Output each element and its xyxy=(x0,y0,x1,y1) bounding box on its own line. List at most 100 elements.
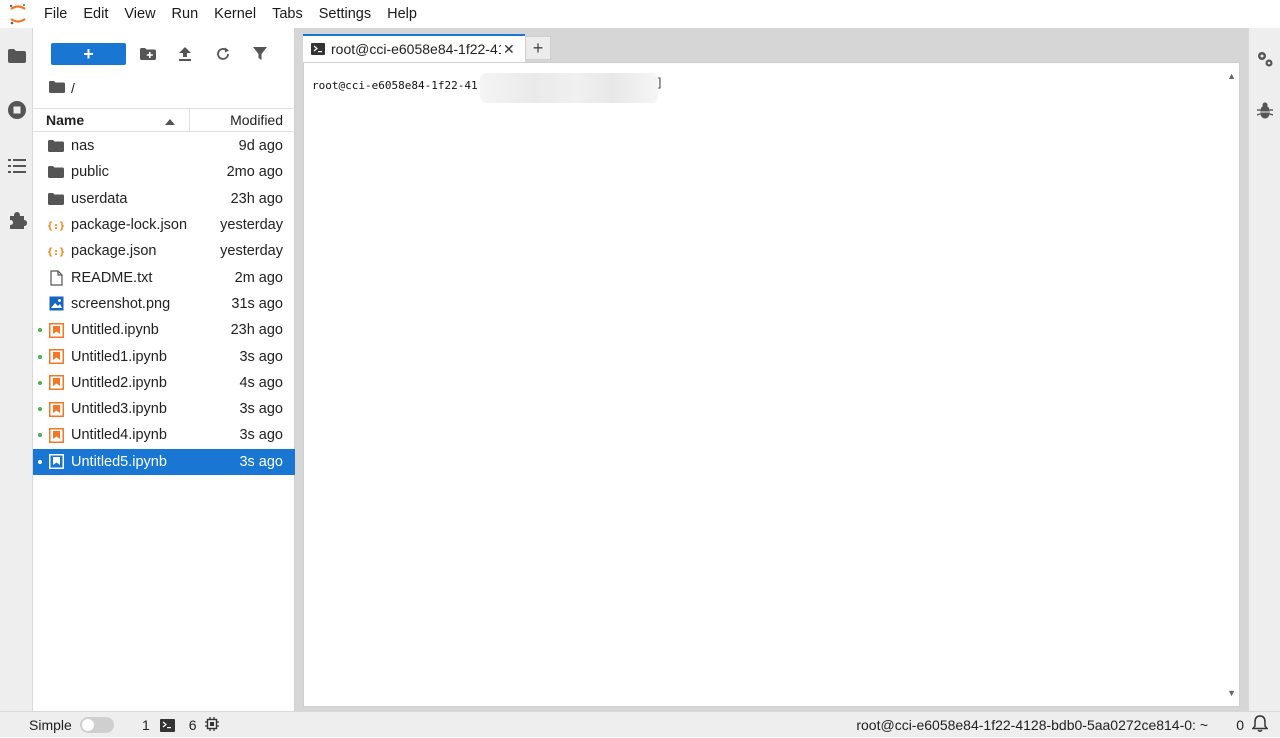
notebook-file-icon xyxy=(48,401,64,417)
terminal-panel[interactable]: root@cci-e6058e84-1f22-41 ] ▲ ▼ xyxy=(303,62,1240,707)
folder-file-icon xyxy=(48,138,64,154)
add-tab-button[interactable]: + xyxy=(525,36,551,60)
file-modified: 3s ago xyxy=(239,401,283,418)
running-indicator-icon xyxy=(38,407,42,412)
tab-terminal[interactable]: root@cci-e6058e84-1f22-4128-bdb0-5aa0272… xyxy=(303,34,525,62)
table-of-contents-icon[interactable] xyxy=(0,150,33,182)
new-folder-icon[interactable] xyxy=(136,43,160,65)
file-row-nas[interactable]: nas 9d ago xyxy=(33,133,295,159)
running-indicator-icon xyxy=(38,433,42,438)
file-modified: yesterday xyxy=(220,217,283,234)
json-file-icon: {:} xyxy=(48,243,64,259)
file-name: public xyxy=(71,164,109,181)
file-browser-toolbar: + xyxy=(33,38,295,70)
filter-icon[interactable] xyxy=(248,43,272,65)
file-modified: 4s ago xyxy=(239,374,283,391)
running-indicator-icon xyxy=(38,354,42,359)
name-header-label: Name xyxy=(46,112,85,128)
running-sessions-icon[interactable] xyxy=(0,94,33,126)
menu-tabs[interactable]: Tabs xyxy=(264,0,311,28)
modified-column-header[interactable]: Modified xyxy=(190,112,295,128)
terminals-count: 1 xyxy=(142,717,150,733)
file-modified: 3s ago xyxy=(239,348,283,365)
file-modified: 2mo ago xyxy=(226,164,283,181)
file-row-untitled4-ipynb[interactable]: Untitled4.ipynb 3s ago xyxy=(33,422,295,448)
menu-kernel[interactable]: Kernel xyxy=(206,0,264,28)
svg-text:{:}: {:} xyxy=(48,247,64,258)
file-row-userdata[interactable]: userdata 23h ago xyxy=(33,186,295,212)
name-column-header[interactable]: Name xyxy=(33,109,190,131)
terminal-icon xyxy=(311,43,325,55)
folder-file-icon xyxy=(48,191,64,207)
menu-settings[interactable]: Settings xyxy=(311,0,379,28)
debugger-bug-icon[interactable] xyxy=(1249,96,1280,126)
notebook-file-icon xyxy=(48,427,64,443)
simple-mode-toggle[interactable]: Simple xyxy=(29,712,114,738)
scroll-down-arrow-icon[interactable]: ▼ xyxy=(1227,688,1236,698)
file-row-untitled1-ipynb[interactable]: Untitled1.ipynb 3s ago xyxy=(33,343,295,369)
file-browser: + / Name Modified nas 9d ago public 2mo ago… xyxy=(33,28,295,711)
close-tab-icon[interactable]: ✕ xyxy=(503,41,515,58)
extension-manager-icon[interactable] xyxy=(0,204,33,236)
file-name: README.txt xyxy=(71,269,153,286)
file-row-screenshot-png[interactable]: screenshot.png 31s ago xyxy=(33,291,295,317)
menu-edit[interactable]: Edit xyxy=(75,0,116,28)
file-modified: 23h ago xyxy=(230,322,283,339)
json-file-icon: {:} xyxy=(48,217,64,233)
folder-file-icon xyxy=(48,164,64,180)
refresh-icon[interactable] xyxy=(211,43,235,65)
file-modified: 3s ago xyxy=(239,427,283,444)
notebook-file-icon xyxy=(48,349,64,365)
running-indicator-icon xyxy=(38,459,42,464)
file-modified: yesterday xyxy=(220,243,283,260)
file-row-package-json[interactable]: {:} package.json yesterday xyxy=(33,238,295,264)
file-row-package-lock-json[interactable]: {:} package-lock.json yesterday xyxy=(33,212,295,238)
terminals-status[interactable]: 1 6 xyxy=(142,712,219,738)
new-launcher-button[interactable]: + xyxy=(51,43,126,65)
simple-mode-switch[interactable] xyxy=(79,717,114,733)
file-row-untitled-ipynb[interactable]: Untitled.ipynb 23h ago xyxy=(33,317,295,343)
terminal-status-icon xyxy=(159,718,175,732)
menu-run[interactable]: Run xyxy=(164,0,207,28)
text-file-icon xyxy=(48,270,64,286)
file-name: Untitled.ipynb xyxy=(71,322,159,339)
notebook-file-icon xyxy=(48,375,64,391)
tab-bar: root@cci-e6058e84-1f22-4128-bdb0-5aa0272… xyxy=(295,28,1248,62)
folder-icon[interactable] xyxy=(0,40,33,72)
file-list: nas 9d ago public 2mo ago userdata 23h ago {:}… xyxy=(33,133,295,475)
menu-view[interactable]: View xyxy=(116,0,163,28)
file-name: Untitled1.ipynb xyxy=(71,348,167,365)
breadcrumb-path[interactable]: / xyxy=(71,80,75,96)
menu-help[interactable]: Help xyxy=(379,0,425,28)
tab-label: root@cci-e6058e84-1f22-4128-bdb0-5aa0272… xyxy=(331,41,501,57)
file-modified: 2m ago xyxy=(234,269,283,286)
image-file-icon xyxy=(48,296,64,312)
file-row-readme-txt[interactable]: README.txt 2m ago xyxy=(33,264,295,290)
breadcrumb-folder-icon[interactable] xyxy=(49,80,65,96)
notebook-file-icon xyxy=(48,322,64,338)
file-row-public[interactable]: public 2mo ago xyxy=(33,159,295,185)
left-activity-bar xyxy=(0,28,33,711)
bell-icon xyxy=(1251,715,1269,735)
notifications-status[interactable]: 0 xyxy=(1236,712,1269,738)
menu-file[interactable]: File xyxy=(36,0,75,28)
scroll-up-arrow-icon[interactable]: ▲ xyxy=(1227,71,1236,81)
file-name: nas xyxy=(71,138,95,155)
upload-icon[interactable] xyxy=(173,43,197,65)
property-inspector-gears-icon[interactable] xyxy=(1249,44,1280,74)
file-row-untitled2-ipynb[interactable]: Untitled2.ipynb 4s ago xyxy=(33,370,295,396)
file-row-untitled3-ipynb[interactable]: Untitled3.ipynb 3s ago xyxy=(33,396,295,422)
terminal-cursor: ] xyxy=(656,76,664,90)
status-bar: Simple 1 6 root@cci-e6058e84-1f22-4128-b… xyxy=(0,711,1280,737)
menu-bar: File Edit View Run Kernel Tabs Settings Help xyxy=(0,0,1280,28)
kernels-count: 6 xyxy=(188,717,197,733)
terminal-path-status[interactable]: root@cci-e6058e84-1f22-4128-bdb0-5aa0272… xyxy=(856,712,1208,738)
file-modified: 3s ago xyxy=(239,453,283,470)
simple-mode-label: Simple xyxy=(29,717,72,733)
file-modified: 23h ago xyxy=(230,190,283,207)
file-name: Untitled5.ipynb xyxy=(71,453,167,470)
sort-ascending-icon xyxy=(165,112,175,128)
redacted-region xyxy=(480,73,658,103)
main-area: root@cci-e6058e84-1f22-4128-bdb0-5aa0272… xyxy=(295,28,1248,711)
file-row-untitled5-ipynb[interactable]: Untitled5.ipynb 3s ago xyxy=(33,448,295,475)
